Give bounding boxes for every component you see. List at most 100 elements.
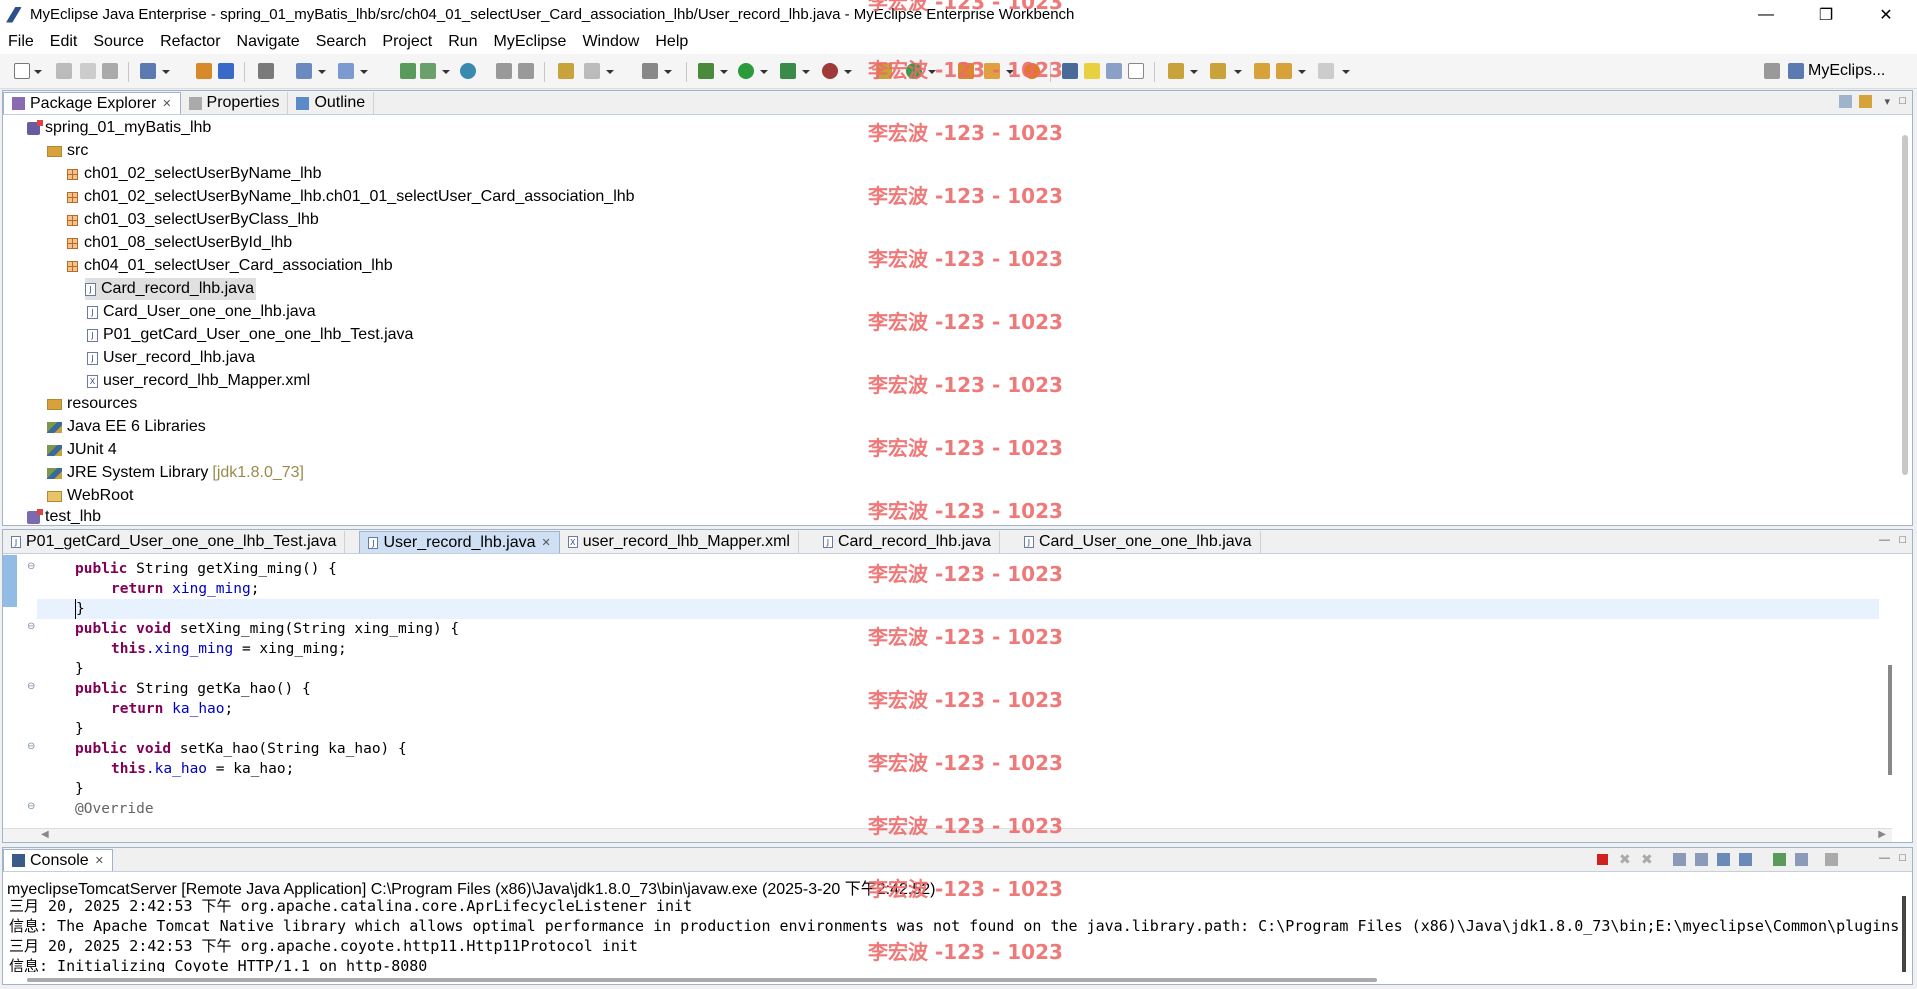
close-icon[interactable]: ✕ — [542, 536, 551, 549]
class-wizard-icon[interactable] — [420, 63, 436, 79]
editor-tab[interactable]: J Card_User_one_one_lhb.java — [1016, 531, 1261, 553]
print-icon[interactable] — [102, 63, 118, 79]
scroll-lock-icon[interactable] — [1695, 853, 1708, 866]
new-icon[interactable] — [14, 63, 30, 79]
menu-source[interactable]: Source — [85, 33, 152, 51]
open-perspective-icon[interactable] — [1764, 63, 1780, 79]
console-vertical-scrollbar[interactable] — [1902, 896, 1906, 972]
web-icon[interactable] — [338, 63, 354, 79]
code-line[interactable]: } — [75, 659, 84, 679]
code-line[interactable]: } — [75, 719, 84, 739]
code-line[interactable]: @Override — [75, 799, 154, 819]
scroll-right-icon[interactable]: ▶ — [1878, 829, 1886, 840]
menu-edit[interactable]: Edit — [42, 33, 86, 51]
code-line[interactable]: public void setKa_hao(String ka_hao) { — [75, 739, 407, 759]
editor-tab[interactable]: J P01_getCard_User_one_one_lhb_Test.java — [3, 531, 346, 553]
tree-package[interactable]: ch01_02_selectUserByName_lhb — [67, 163, 321, 185]
whitespace-icon[interactable] — [1128, 63, 1144, 79]
next-annotation-icon[interactable] — [1168, 63, 1184, 79]
scroll-left-icon[interactable]: ◀ — [41, 829, 49, 840]
terminal-icon[interactable] — [258, 63, 274, 79]
clear-console-icon[interactable] — [1673, 853, 1686, 866]
tree-file[interactable]: J Card_User_one_one_lhb.java — [87, 301, 316, 323]
unlink-icon[interactable] — [518, 63, 534, 79]
link-editor-icon[interactable] — [1859, 95, 1872, 108]
refresh-icon[interactable] — [584, 63, 600, 79]
restore-button[interactable]: ❐ — [1803, 0, 1849, 29]
tree-package[interactable]: ch01_08_selectUserById_lhb — [67, 232, 292, 254]
tree-library[interactable]: Java EE 6 Libraries — [47, 416, 206, 438]
code-line[interactable]: return ka_hao; — [111, 699, 233, 719]
collapse-all-icon[interactable] — [1839, 95, 1852, 108]
tree-src[interactable]: src — [47, 140, 88, 162]
code-line[interactable]: this.ka_hao = ka_hao; — [111, 759, 294, 779]
server-icon[interactable] — [196, 63, 212, 79]
maximize-icon[interactable]: □ — [1899, 534, 1906, 546]
tree-library[interactable]: JUnit 4 — [47, 439, 117, 461]
explorer-scrollbar[interactable] — [1902, 135, 1908, 475]
tree-file[interactable]: X user_record_lhb_Mapper.xml — [87, 370, 310, 392]
minimize-icon[interactable]: — — [1879, 534, 1890, 546]
tree-folder[interactable]: resources — [47, 393, 137, 415]
fold-icon[interactable]: ⊖ — [27, 741, 35, 752]
show-on-error-icon[interactable] — [1739, 853, 1752, 866]
show-on-output-icon[interactable] — [1717, 853, 1730, 866]
wizard-icon[interactable] — [296, 63, 312, 79]
forward-icon[interactable] — [1318, 63, 1334, 79]
annotation-icon[interactable] — [1062, 63, 1078, 79]
terminate-icon[interactable] — [1597, 854, 1608, 865]
tree-file[interactable]: J User_record_lhb.java — [87, 347, 255, 369]
deploy-icon[interactable] — [218, 63, 234, 79]
console-horizontal-scrollbar[interactable] — [27, 978, 1377, 982]
view-menu-icon[interactable]: ▾ — [1884, 95, 1890, 108]
close-icon[interactable]: ✕ — [162, 97, 171, 110]
highlight-icon[interactable] — [1084, 63, 1100, 79]
maximize-icon[interactable]: □ — [1899, 852, 1906, 864]
tree-file[interactable]: J P01_getCard_User_one_one_lhb_Test.java — [87, 324, 413, 346]
save-all-icon[interactable] — [80, 63, 96, 79]
camera-icon[interactable] — [642, 63, 658, 79]
close-button[interactable]: ✕ — [1863, 0, 1909, 29]
tree-folder[interactable]: WebRoot — [47, 485, 133, 507]
prev-annotation-icon[interactable] — [1210, 63, 1226, 79]
code-line[interactable]: return xing_ming; — [111, 579, 259, 599]
menu-help[interactable]: Help — [647, 33, 696, 51]
code-line[interactable]: public String getXing_ming() { — [75, 559, 337, 579]
code-line[interactable]: public void setXing_ming(String xing_min… — [75, 619, 459, 639]
last-edit-icon[interactable] — [1254, 63, 1270, 79]
remove-all-icon[interactable]: ✖ — [1641, 851, 1653, 868]
minimize-icon[interactable]: — — [1879, 852, 1890, 864]
globe-icon[interactable] — [460, 63, 476, 79]
code-line[interactable]: this.xing_ming = xing_ming; — [111, 639, 347, 659]
tree-library[interactable]: JRE System Library [jdk1.8.0_73] — [47, 462, 304, 484]
search-file-icon[interactable] — [558, 63, 574, 79]
back-icon[interactable] — [1276, 63, 1292, 79]
editor-tab-active[interactable]: J User_record_lhb.java ✕ — [359, 531, 560, 553]
menu-window[interactable]: Window — [574, 33, 647, 51]
save-icon[interactable] — [56, 63, 72, 79]
external-tools-icon[interactable] — [822, 63, 838, 79]
tab-console[interactable]: Console ✕ — [3, 849, 113, 871]
tab-outline[interactable]: Outline — [288, 92, 375, 114]
editor-vertical-scrollbar[interactable] — [1888, 665, 1892, 775]
fold-icon[interactable]: ⊖ — [27, 561, 35, 572]
display-console-icon[interactable] — [1795, 853, 1808, 866]
editor-tab[interactable]: J Card_record_lhb.java — [815, 531, 1000, 553]
menu-navigate[interactable]: Navigate — [229, 33, 308, 51]
open-console-icon[interactable] — [1825, 853, 1838, 866]
pin-console-icon[interactable] — [1773, 853, 1786, 866]
close-icon[interactable]: ✕ — [95, 854, 104, 867]
tree-package[interactable]: ch01_02_selectUserByName_lhb.ch01_01_sel… — [67, 186, 635, 208]
coverage-icon[interactable] — [780, 63, 796, 79]
open-type-icon[interactable] — [140, 63, 156, 79]
tree-project[interactable]: spring_01_myBatis_lhb — [27, 117, 211, 139]
run-icon[interactable] — [738, 63, 754, 79]
pkg-wizard-icon[interactable] — [400, 63, 416, 79]
block-icon[interactable] — [1106, 63, 1122, 79]
remove-launch-icon[interactable]: ✖ — [1619, 851, 1631, 868]
maximize-icon[interactable]: □ — [1899, 95, 1906, 107]
editor-tab[interactable]: X user_record_lhb_Mapper.xml — [560, 531, 799, 553]
code-line[interactable]: } — [75, 779, 84, 799]
tab-properties[interactable]: Properties — [181, 92, 289, 114]
code-line[interactable]: } — [75, 599, 85, 619]
